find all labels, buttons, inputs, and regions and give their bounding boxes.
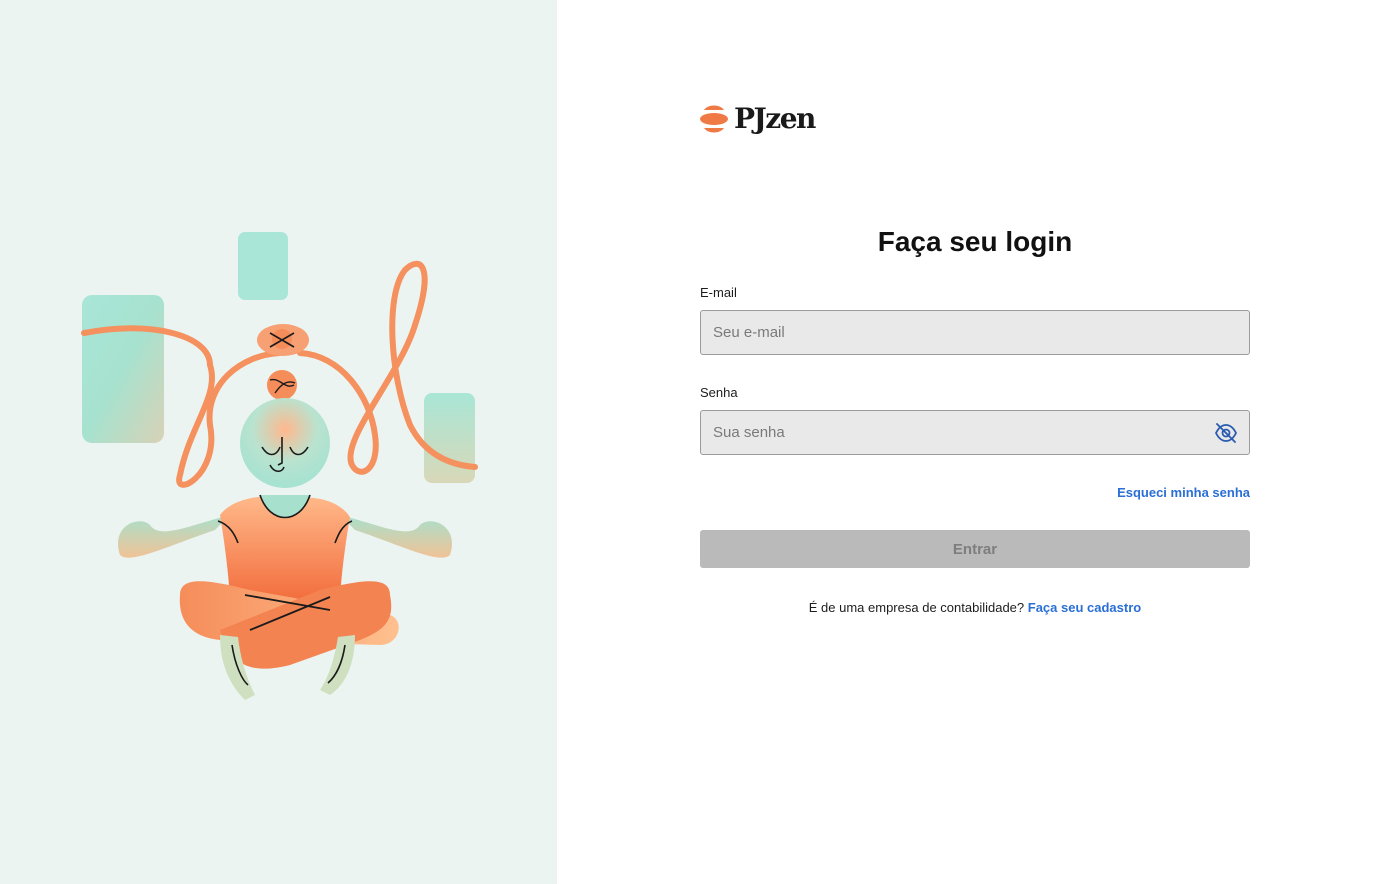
meditation-illustration <box>81 232 478 700</box>
email-field[interactable] <box>700 310 1250 355</box>
page-title: Faça seu login <box>877 226 1073 257</box>
password-label: Senha <box>700 385 738 400</box>
signup-link[interactable]: Faça seu cadastro <box>1028 600 1141 615</box>
eye-off-icon <box>1214 423 1238 443</box>
email-label: E-mail <box>700 285 737 300</box>
pjzen-logo-icon <box>700 105 728 133</box>
forgot-password-link[interactable]: Esqueci minha senha <box>1050 485 1250 500</box>
brand-name: PJzen <box>734 102 816 135</box>
login-button[interactable]: Entrar <box>700 530 1250 568</box>
toggle-password-visibility-button[interactable] <box>1212 419 1240 447</box>
signup-line: É de uma empresa de contabilidade? Faça … <box>700 600 1250 615</box>
brand-logo: PJzen <box>700 100 816 138</box>
password-field[interactable] <box>700 410 1250 455</box>
illustration-panel <box>0 0 557 884</box>
signup-prompt: É de uma empresa de contabilidade? <box>808 600 1025 615</box>
